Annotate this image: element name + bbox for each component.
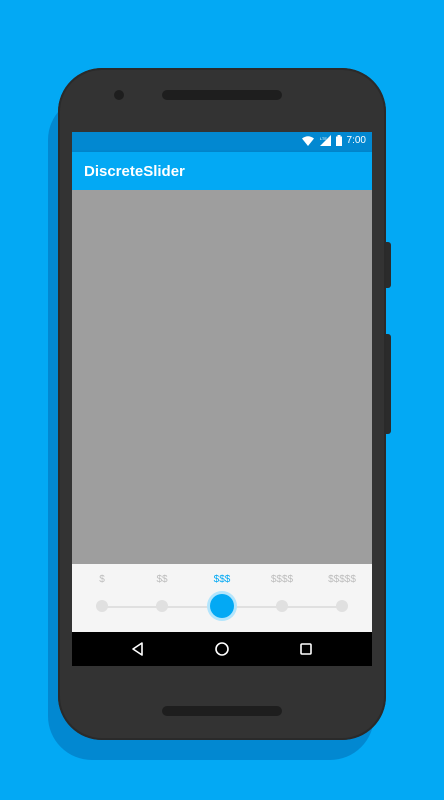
navigation-bar [72,632,372,666]
status-bar: LTE 7:00 [72,132,372,152]
slider-labels: $ $$ $$$ $$$$ $$$$$ [72,574,372,588]
app-title: DiscreteSlider [84,163,185,180]
slider-tick[interactable] [336,600,348,612]
discrete-slider-panel: $ $$ $$$ $$$$ $$$$$ [72,564,372,632]
slider-label: $$ [156,574,168,585]
recents-icon[interactable] [298,641,314,657]
back-icon[interactable] [130,641,146,657]
power-button [386,242,391,288]
bottom-speaker [162,706,282,716]
slider-label: $ [99,574,105,585]
slider-label: $$$ [213,574,231,585]
slider-label: $$$$ [270,574,294,585]
content-area [72,190,372,564]
home-icon[interactable] [214,641,230,657]
front-camera [114,90,124,100]
slider-label: $$$$$ [328,574,356,585]
volume-button [386,334,391,434]
slider-tick[interactable] [276,600,288,612]
slider-tick[interactable] [96,600,108,612]
top-speaker [162,90,282,100]
lte-signal-icon: LTE [319,135,331,146]
app-bar: DiscreteSlider [72,152,372,190]
svg-text:LTE: LTE [320,136,327,141]
phone-screen: LTE 7:00 DiscreteSlider $ $$ $$$ $$$$ $$$$$ [72,132,372,666]
battery-icon [335,135,342,146]
status-time: 7:00 [346,135,366,146]
slider-thumb[interactable] [210,594,234,618]
slider-tick[interactable] [156,600,168,612]
wifi-icon [301,135,314,146]
